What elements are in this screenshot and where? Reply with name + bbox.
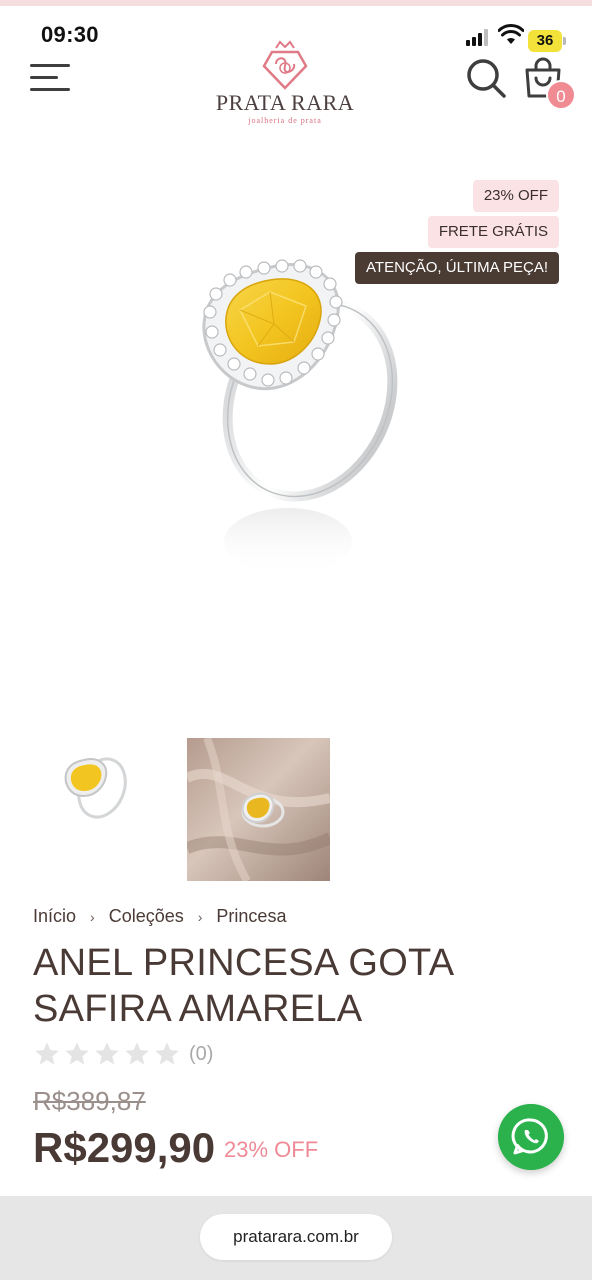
free-shipping-badge: FRETE GRÁTIS <box>427 216 559 248</box>
star-icon <box>35 1042 59 1065</box>
breadcrumb-separator: › <box>197 908 203 925</box>
battery-icon: 36 <box>528 30 568 52</box>
logo-wordmark: PRATA RARA <box>215 90 355 115</box>
current-price: R$299,90 <box>33 1124 216 1171</box>
star-icon <box>65 1042 89 1065</box>
star-icon <box>155 1042 179 1065</box>
site-header: PRATA RARA joalheria de prata 0 <box>0 40 592 130</box>
browser-url-bar[interactable]: pratarara.com.br <box>200 1214 392 1260</box>
cart-count-badge[interactable]: 0 <box>546 80 576 110</box>
thumbnail-ring-white[interactable] <box>44 740 144 840</box>
brand-logo[interactable]: PRATA RARA joalheria de prata <box>212 38 358 128</box>
cellular-signal-icon <box>466 28 492 46</box>
price-discount-label: 23% OFF <box>224 1137 319 1162</box>
star-icon <box>95 1042 119 1065</box>
product-rating[interactable]: (0) <box>33 1040 213 1068</box>
hamburger-menu-icon[interactable] <box>30 64 72 94</box>
rating-count: (0) <box>189 1042 214 1065</box>
product-title: ANEL PRINCESA GOTA SAFIRA AMARELA <box>33 942 453 1030</box>
breadcrumb: Início › Coleções › Princesa <box>33 906 286 927</box>
breadcrumb-item-princesa[interactable]: Princesa <box>216 906 286 927</box>
whatsapp-icon[interactable] <box>498 1104 564 1170</box>
discount-badge: 23% OFF <box>472 180 559 212</box>
status-time: 09:30 <box>41 22 99 47</box>
old-price: R$389,87 <box>33 1086 146 1116</box>
thumbnail-ring-lifestyle[interactable] <box>187 738 330 881</box>
star-icon <box>125 1042 149 1065</box>
breadcrumb-separator: › <box>90 908 95 925</box>
search-icon[interactable] <box>464 56 508 100</box>
breadcrumb-item-colecoes[interactable]: Coleções <box>109 906 184 927</box>
product-main-image[interactable] <box>190 250 410 590</box>
breadcrumb-item-inicio[interactable]: Início <box>33 906 76 927</box>
battery-level: 36 <box>528 30 562 52</box>
logo-tagline: joalheria de prata <box>248 116 322 125</box>
logo-emblem-icon <box>262 40 308 90</box>
wifi-icon <box>498 24 524 44</box>
